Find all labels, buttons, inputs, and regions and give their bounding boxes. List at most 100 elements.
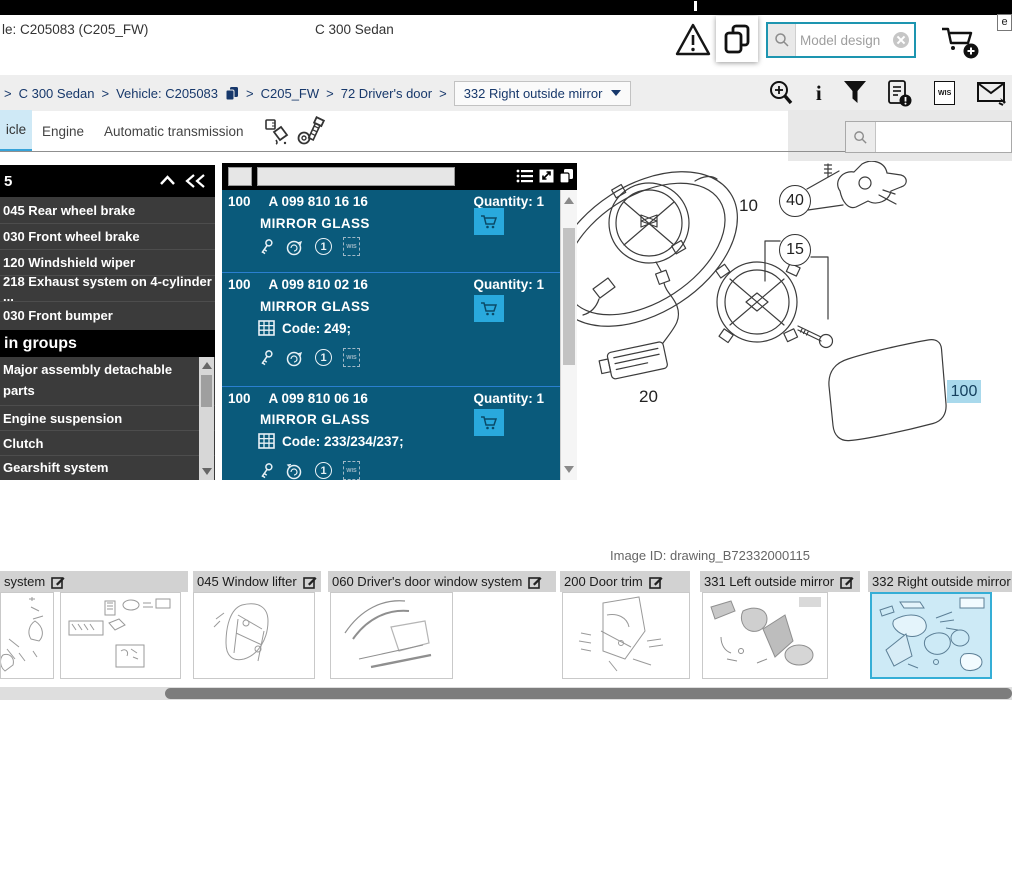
scrollbar-thumb[interactable]	[165, 688, 1012, 699]
edit-icon[interactable]	[51, 575, 65, 589]
thumbnail-drawing[interactable]	[702, 592, 828, 679]
thumbnail-drawing[interactable]	[0, 592, 54, 679]
epc-application-window: e le: C205083 (C205_FW) C 300 Sedan >	[0, 0, 1012, 880]
breadcrumb-item-vehicle[interactable]: Vehicle: C205083	[116, 86, 218, 101]
edit-icon[interactable]	[648, 575, 663, 589]
tab-automatic-transmission[interactable]: Automatic transmission	[104, 110, 244, 152]
sidebar-item-clutch[interactable]: Clutch	[0, 430, 215, 455]
search-icon[interactable]	[846, 122, 876, 152]
footnote-one-icon[interactable]: 1	[315, 238, 332, 255]
fastener-icon[interactable]	[296, 116, 326, 148]
sidebar-item-exhaust-system[interactable]: 218 Exhaust system on 4-cylinder ...	[0, 274, 215, 304]
breadcrumb-item-group[interactable]: 72 Driver's door	[341, 86, 432, 101]
edge-flyout-button[interactable]: e	[997, 14, 1012, 31]
key-icon[interactable]	[258, 349, 274, 367]
clear-search-icon[interactable]	[893, 32, 909, 48]
scroll-up-icon[interactable]	[201, 362, 212, 369]
sidebar-item-windshield-wiper[interactable]: 120 Windshield wiper	[0, 249, 215, 275]
breadcrumb-item-model[interactable]: C 300 Sedan	[19, 86, 95, 101]
drawing-callout-100-highlighted[interactable]: 100	[947, 380, 981, 403]
expand-icon[interactable]	[538, 168, 555, 184]
exploded-drawing[interactable]: 10 40 15 20 100	[577, 161, 1012, 480]
tab-engine-label: Engine	[42, 123, 85, 139]
thumbnail-drawing[interactable]	[330, 592, 453, 679]
edit-icon[interactable]	[302, 575, 317, 589]
filter-icon[interactable]	[843, 80, 867, 106]
drawing-callout-15[interactable]: 15	[779, 234, 811, 266]
sidebar-item-gearshift-system[interactable]: Gearshift system	[0, 455, 215, 479]
mail-edit-icon[interactable]	[976, 79, 1008, 107]
paint-code-icon[interactable]	[264, 118, 292, 146]
part-row-mirror-glass-2[interactable]: 100 A 099 810 02 16 Quantity: 1 MIRROR GL…	[222, 273, 560, 386]
thumb-header-label: system	[4, 574, 46, 589]
zoom-in-icon[interactable]	[768, 79, 795, 108]
edit-icon[interactable]	[528, 575, 542, 589]
wis-link-icon[interactable]: WIS	[343, 461, 360, 480]
scrollbar-thumb[interactable]	[201, 375, 212, 407]
part-row-mirror-glass-1[interactable]: 100 A 099 810 16 16 Quantity: 1 MIRROR GL…	[222, 190, 560, 272]
add-part-to-cart-button[interactable]	[474, 208, 504, 235]
breadcrumb-item-series[interactable]: C205_FW	[261, 86, 320, 101]
thumb-header-window-lifter[interactable]: 045 Window lifter	[193, 571, 321, 592]
thumbnail-drawing[interactable]	[60, 592, 181, 679]
thumbnail-drawing[interactable]	[193, 592, 315, 679]
scrollbar-thumb[interactable]	[563, 228, 575, 365]
thumb-header-system[interactable]: system	[0, 571, 188, 592]
wis-document-icon[interactable]: WIS	[934, 81, 956, 105]
parts-list-scrollbar[interactable]	[560, 190, 577, 480]
model-search-input[interactable]	[796, 32, 893, 48]
thumb-header-left-outside-mirror[interactable]: 331 Left outside mirror	[700, 571, 860, 592]
part-row-mirror-glass-3[interactable]: 100 A 099 810 06 16 Quantity: 1 MIRROR GL…	[222, 387, 560, 480]
copy-documents-button[interactable]	[716, 16, 758, 62]
drawing-callout-40[interactable]: 40	[779, 185, 811, 217]
key-icon[interactable]	[258, 462, 274, 480]
thumb-header-right-outside-mirror[interactable]: 332 Right outside mirror	[868, 571, 1012, 592]
wis-link-icon[interactable]: WIS	[343, 348, 360, 367]
thumbnail-drawing-selected[interactable]	[870, 592, 992, 679]
sidebar-scrollbar[interactable]	[199, 357, 214, 480]
add-part-to-cart-button[interactable]	[474, 295, 504, 322]
tab-vehicle-label: icle	[5, 122, 27, 137]
sidebar-item-major-assembly[interactable]: Major assembly detachable parts	[0, 357, 198, 405]
search-icon[interactable]	[768, 24, 796, 56]
thumbnail-drawing[interactable]	[562, 592, 690, 679]
add-to-cart-icon[interactable]	[938, 21, 982, 61]
sidebar-item-engine-suspension[interactable]: Engine suspension	[0, 405, 215, 430]
info-icon[interactable]: i	[816, 82, 822, 104]
wis-link-icon[interactable]: WIS	[343, 237, 360, 256]
tab-vehicle[interactable]: icle	[0, 110, 32, 152]
sidebar-item-front-bumper[interactable]: 030 Front bumper	[0, 301, 215, 328]
footnote-one-icon[interactable]: 1	[315, 462, 332, 479]
subgroup-dropdown[interactable]: 332 Right outside mirror	[453, 80, 632, 106]
vehicle-copy-icon[interactable]	[225, 86, 239, 101]
copy-list-icon[interactable]	[558, 167, 575, 184]
scroll-up-icon[interactable]	[564, 197, 574, 204]
list-view-icon[interactable]	[516, 168, 534, 184]
footnote-one-icon[interactable]: 1	[315, 349, 332, 366]
drawing-callout-20[interactable]: 20	[639, 387, 658, 407]
subgroup-dropdown-value: 332 Right outside mirror	[463, 85, 603, 101]
document-note-icon[interactable]	[887, 79, 913, 108]
thumb-header-door-trim[interactable]: 200 Door trim	[560, 571, 690, 592]
alternative-part-icon[interactable]	[285, 349, 304, 367]
add-part-to-cart-button[interactable]	[474, 409, 504, 436]
key-icon[interactable]	[258, 238, 274, 256]
sidebar-item-front-wheel-brake[interactable]: 030 Front wheel brake	[0, 223, 215, 249]
alternative-part-icon[interactable]	[285, 238, 304, 256]
parts-filter-input[interactable]	[257, 167, 455, 186]
sidebar-item-rear-wheel-brake[interactable]: 045 Rear wheel brake	[0, 197, 215, 223]
collapse-left-icon[interactable]	[184, 173, 208, 189]
parts-search-input[interactable]	[876, 122, 1011, 152]
alternative-part-icon[interactable]	[285, 462, 304, 480]
scroll-down-icon[interactable]	[564, 466, 574, 473]
collapse-up-icon[interactable]	[158, 173, 177, 189]
warning-icon[interactable]	[674, 21, 712, 59]
thumb-header-door-window-system[interactable]: 060 Driver's door window system	[328, 571, 556, 592]
tab-engine[interactable]: Engine	[42, 110, 84, 152]
part-code: Code: 249;	[258, 320, 351, 336]
drawing-callout-10[interactable]: 10	[739, 196, 758, 216]
edit-icon[interactable]	[840, 575, 854, 589]
scroll-down-icon[interactable]	[201, 468, 212, 475]
part-code: Code: 233/234/237;	[258, 433, 404, 449]
position-filter-input[interactable]	[228, 167, 252, 186]
